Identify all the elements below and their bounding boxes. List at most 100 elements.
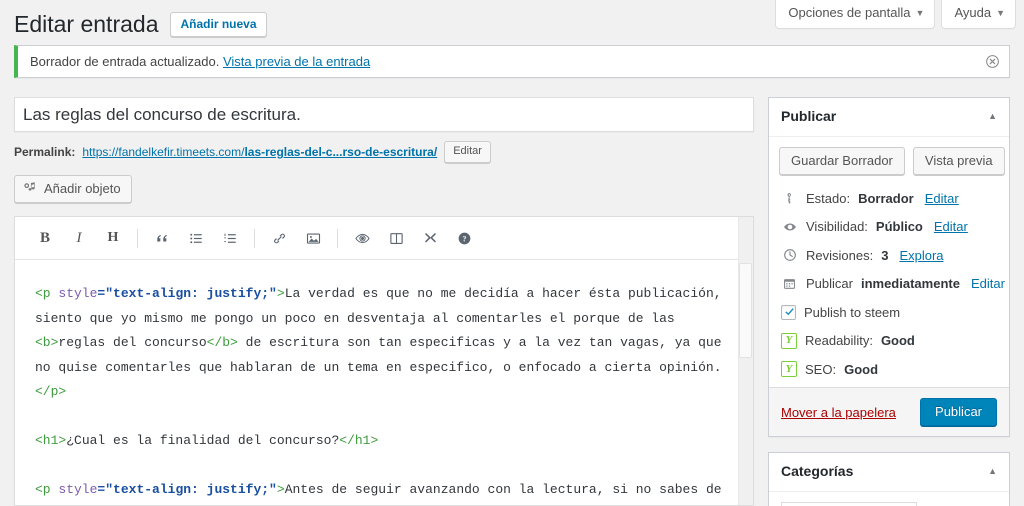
post-status-icon [781, 192, 798, 205]
publish-actions-top: Guardar Borrador Vista previa [769, 137, 1009, 179]
revisions-clock-icon [781, 248, 798, 262]
checkbox-checked-icon[interactable] [781, 304, 796, 320]
editor-toolbar: B I H ? [15, 217, 753, 260]
screen-options-label: Opciones de pantalla [788, 5, 911, 20]
svg-text:?: ? [462, 234, 466, 243]
code-bracket: > [276, 286, 285, 301]
post-status-row: Estado: Borrador Editar [781, 185, 997, 214]
close-circle-icon[interactable] [979, 49, 1005, 75]
visibility-label: Visibilidad: [806, 219, 868, 235]
chevron-down-icon: ▼ [996, 8, 1005, 18]
visibility-row: Visibilidad: Público Editar [781, 213, 997, 242]
chevron-up-icon[interactable]: ▲ [988, 467, 997, 476]
notice-text: Borrador de entrada actualizado. Vista p… [18, 52, 370, 72]
visibility-value: Público [875, 219, 923, 235]
permalink-row: Permalink: https://fandelkefir.timeets.c… [14, 141, 754, 163]
visibility-eye-icon [781, 220, 798, 234]
chevron-down-icon: ▼ [915, 8, 925, 18]
publish-date-label: Publicar [806, 276, 853, 292]
yoast-readability-icon: Y [781, 332, 797, 349]
code-attr: style [58, 286, 98, 301]
code-tag: <p [35, 482, 59, 497]
wordpress-post-editor: Opciones de pantalla ▼ Ayuda ▼ Editar entr… [0, 0, 1024, 506]
code-b-text: reglas del concurso [58, 335, 207, 350]
heading-button[interactable]: H [99, 224, 127, 252]
post-title-wrap [14, 97, 754, 132]
editor-scrollbar[interactable] [738, 217, 753, 505]
post-title-input[interactable] [23, 102, 745, 127]
page-title: Editar entrada [14, 11, 159, 37]
revisions-row: Revisiones: 3 Explora [781, 242, 997, 271]
post-content-editor: B I H ? <p style="text-align: justify;">… [14, 216, 754, 506]
columns-icon[interactable] [382, 224, 410, 252]
permalink-slug: las-reglas-del-c...rso-de-escritura/ [244, 145, 438, 159]
tab-most-used[interactable]: Most Used [917, 502, 997, 506]
code-h1-open: <h1> [35, 433, 67, 448]
code-p-close: </p> [35, 384, 67, 399]
edit-status-link[interactable]: Editar [925, 189, 959, 209]
editor-scrollbar-thumb[interactable] [739, 263, 752, 358]
save-draft-button[interactable]: Guardar Borrador [779, 146, 905, 175]
chevron-up-icon[interactable]: ▲ [988, 112, 997, 121]
insert-image-icon[interactable] [299, 224, 327, 252]
publish-major-actions: Mover a la papelera Publicar [769, 387, 1009, 437]
preview-post-link[interactable]: Vista previa de la entrada [223, 54, 370, 69]
yoast-seo-icon: Y [781, 361, 797, 378]
bold-button[interactable]: B [31, 224, 59, 252]
code-b-open: <b> [35, 335, 59, 350]
publish-to-steem-row[interactable]: Publish to steem [781, 299, 997, 328]
code-tag: <p [35, 286, 59, 301]
blockquote-icon[interactable] [148, 224, 176, 252]
code-h1-text: ¿Cual es la finalidad del concurso? [66, 433, 340, 448]
revisions-label: Revisiones: [806, 247, 874, 263]
publish-button[interactable]: Publicar [920, 398, 997, 427]
categories-box-header: Categorías ▲ [769, 453, 1009, 492]
publish-box-header: Publicar ▲ [769, 98, 1009, 137]
seo-value: Good [844, 361, 879, 377]
help-label: Ayuda [954, 5, 992, 20]
preview-button[interactable]: Vista previa [912, 146, 1005, 175]
publish-date-row: Publicar inmediatamente Editar [781, 270, 1005, 299]
notice-message: Borrador de entrada actualizado. [30, 53, 220, 69]
readability-label: Readability: [805, 333, 873, 349]
tab-all-categories[interactable]: Todas las categorías [781, 501, 917, 506]
screen-meta-links: Opciones de pantalla ▼ Ayuda ▼ [775, 0, 1016, 29]
fullscreen-icon[interactable] [416, 224, 444, 252]
numbered-list-icon[interactable] [216, 224, 244, 252]
categories-tabs: Todas las categorías Most Used [769, 492, 1009, 506]
categories-box: Categorías ▲ Todas las categorías Most U… [768, 452, 1010, 506]
add-media-label: Añadir objeto [44, 181, 121, 196]
draft-updated-notice: Borrador de entrada actualizado. Vista p… [14, 45, 1010, 78]
browse-revisions-link[interactable]: Explora [899, 246, 943, 266]
italic-button[interactable]: I [65, 224, 93, 252]
preview-eye-icon[interactable] [348, 224, 376, 252]
publish-date-value: inmediatamente [860, 276, 960, 292]
editor-code-area[interactable]: <p style="text-align: justify;">La verda… [15, 260, 753, 505]
help-circle-icon[interactable]: ? [450, 224, 478, 252]
seo-label: SEO: [805, 361, 837, 377]
edit-permalink-button[interactable]: Editar [444, 141, 491, 163]
edit-visibility-link[interactable]: Editar [934, 217, 968, 237]
help-button[interactable]: Ayuda ▼ [941, 0, 1016, 29]
add-new-post-button[interactable]: Añadir nueva [170, 12, 267, 37]
code-value: "text-align: justify;" [105, 286, 277, 301]
add-media-button[interactable]: Añadir objeto [14, 175, 132, 203]
code-value: "text-align: justify;" [105, 482, 277, 497]
toolbar-divider [137, 228, 138, 248]
edit-publish-date-link[interactable]: Editar [971, 274, 1005, 294]
sidebar: Publicar ▲ Guardar Borrador Vista previa… [768, 97, 1010, 506]
permalink-link[interactable]: https://fandelkefir.timeets.com/las-regl… [82, 142, 437, 162]
screen-options-button[interactable]: Opciones de pantalla ▼ [775, 0, 936, 29]
toolbar-divider [254, 228, 255, 248]
readability-row: Y Readability: Good [781, 327, 997, 356]
move-to-trash-link[interactable]: Mover a la papelera [781, 405, 896, 420]
bulleted-list-icon[interactable] [182, 224, 210, 252]
add-media-icon [23, 181, 38, 196]
insert-link-icon[interactable] [265, 224, 293, 252]
permalink-base: https://fandelkefir.timeets.com/ [82, 145, 245, 159]
publish-meta-list: Estado: Borrador Editar Visibilidad: Púb… [769, 179, 1009, 388]
categories-box-title: Categorías [781, 463, 854, 480]
toolbar-divider [337, 228, 338, 248]
code-h1-close: </h1> [339, 433, 379, 448]
post-status-value: Borrador [858, 190, 914, 206]
